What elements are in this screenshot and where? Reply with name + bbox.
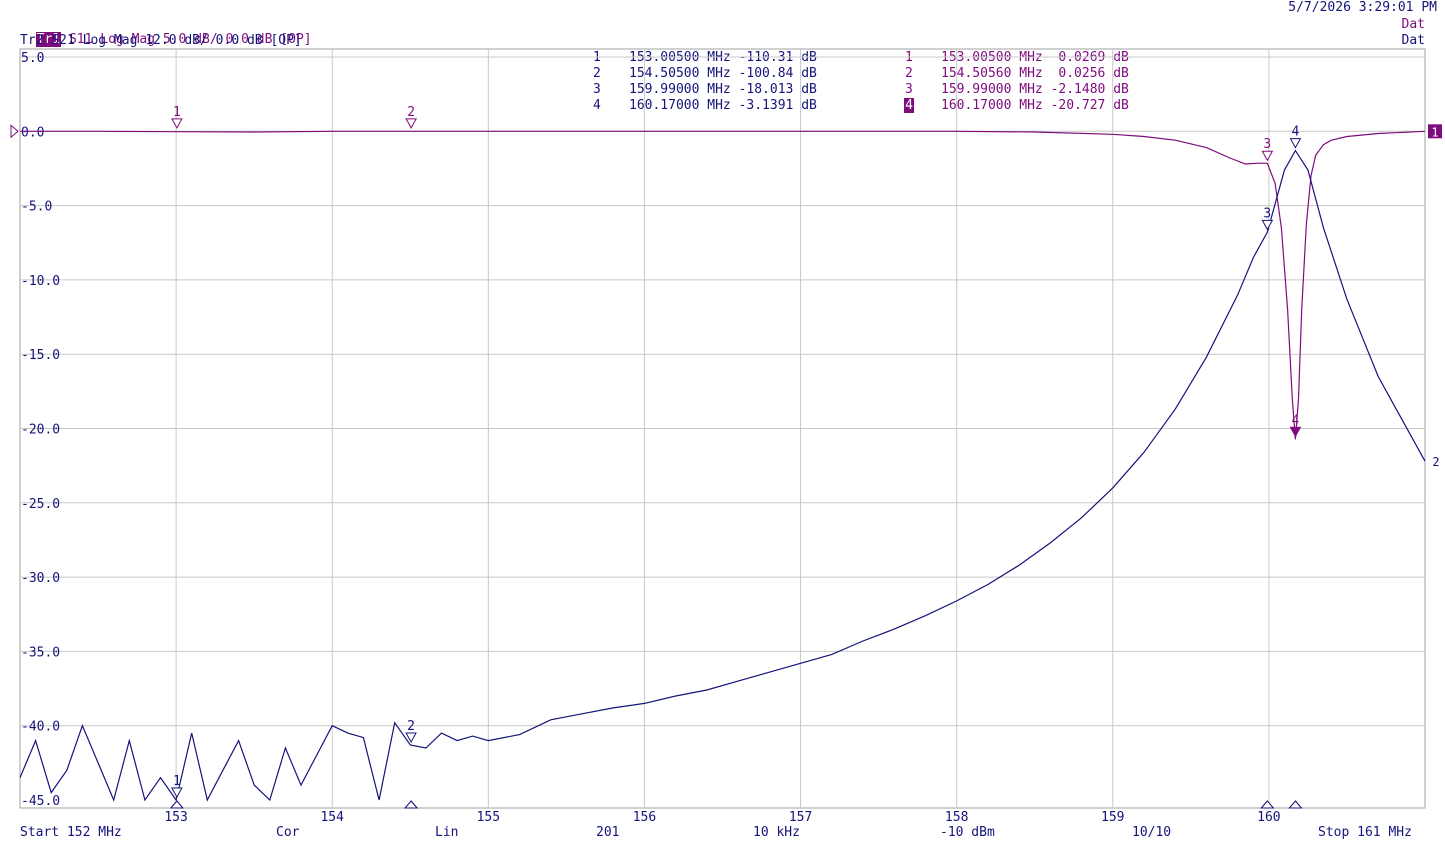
stimulus-marker (1288, 800, 1303, 809)
y-tick-label: -40.0 (21, 720, 60, 735)
averaging-status[interactable]: 10/10 (1132, 824, 1171, 842)
marker-label: 3 (1263, 137, 1271, 152)
series-line-s21 (19, 149, 1426, 802)
y-tick-label: 5.0 (21, 51, 44, 66)
marker-label: 1 (173, 105, 181, 120)
x-tick-label: 160 (1257, 810, 1280, 825)
points-count[interactable]: 201 (596, 824, 619, 842)
stimulus-marker (169, 800, 184, 809)
if-bandwidth[interactable]: 10 kHz (753, 824, 800, 842)
start-frequency[interactable]: Start 152 MHz (20, 824, 122, 842)
x-tick-label: 154 (320, 810, 344, 825)
marker-label: 3 (1263, 206, 1271, 221)
x-tick-label: 155 (477, 810, 500, 825)
y-tick-label: -10.0 (21, 274, 60, 289)
chart-plot[interactable]: 5.0 0.0 -5.0 -10.0 -15.0 -20.0 -25.0 -30.0 -35.0… (0, 0, 1445, 843)
x-tick-label: 159 (1101, 810, 1124, 825)
source-power[interactable]: -10 dBm (940, 824, 995, 842)
series-line-s11 (20, 130, 1426, 440)
stop-frequency[interactable]: Stop 161 MHz (1318, 824, 1412, 842)
y-tick-label: -25.0 (21, 497, 60, 512)
marker-label: 4 (1292, 125, 1300, 140)
marker-label: 2 (407, 105, 415, 120)
marker-label: 4 (1292, 413, 1300, 428)
y-tick-label: -45.0 (21, 794, 60, 809)
marker-triangle (1289, 426, 1302, 438)
y-tick-label: -5.0 (21, 200, 52, 215)
x-tick-label: 157 (789, 810, 812, 825)
y-tick-label: -20.0 (21, 423, 60, 438)
y-tick-label: -35.0 (21, 645, 60, 660)
marker-triangle (1261, 150, 1274, 162)
sweep-type[interactable]: Lin (435, 824, 458, 842)
stimulus-marker (403, 800, 419, 809)
marker-triangle (1289, 138, 1302, 149)
marker-triangle (171, 118, 183, 129)
marker-label: 1 (173, 774, 181, 789)
x-tick-label: 156 (633, 810, 656, 825)
stimulus-marker (1260, 800, 1275, 809)
tr1-reference-arrow (10, 124, 19, 139)
marker-triangle (405, 118, 418, 129)
y-tick-label: -30.0 (21, 571, 60, 586)
tr2-end-label: 2 (1432, 455, 1439, 469)
y-tick-label: 0.0 (21, 125, 44, 140)
correction-status[interactable]: Cor (276, 824, 299, 842)
tr1-end-label: 1 (1431, 125, 1438, 139)
x-tick-label: 158 (945, 810, 968, 825)
marker-triangle (1261, 219, 1274, 231)
marker-label: 2 (407, 719, 415, 734)
y-tick-label: -15.0 (21, 348, 60, 363)
x-tick-label: 153 (164, 810, 187, 825)
